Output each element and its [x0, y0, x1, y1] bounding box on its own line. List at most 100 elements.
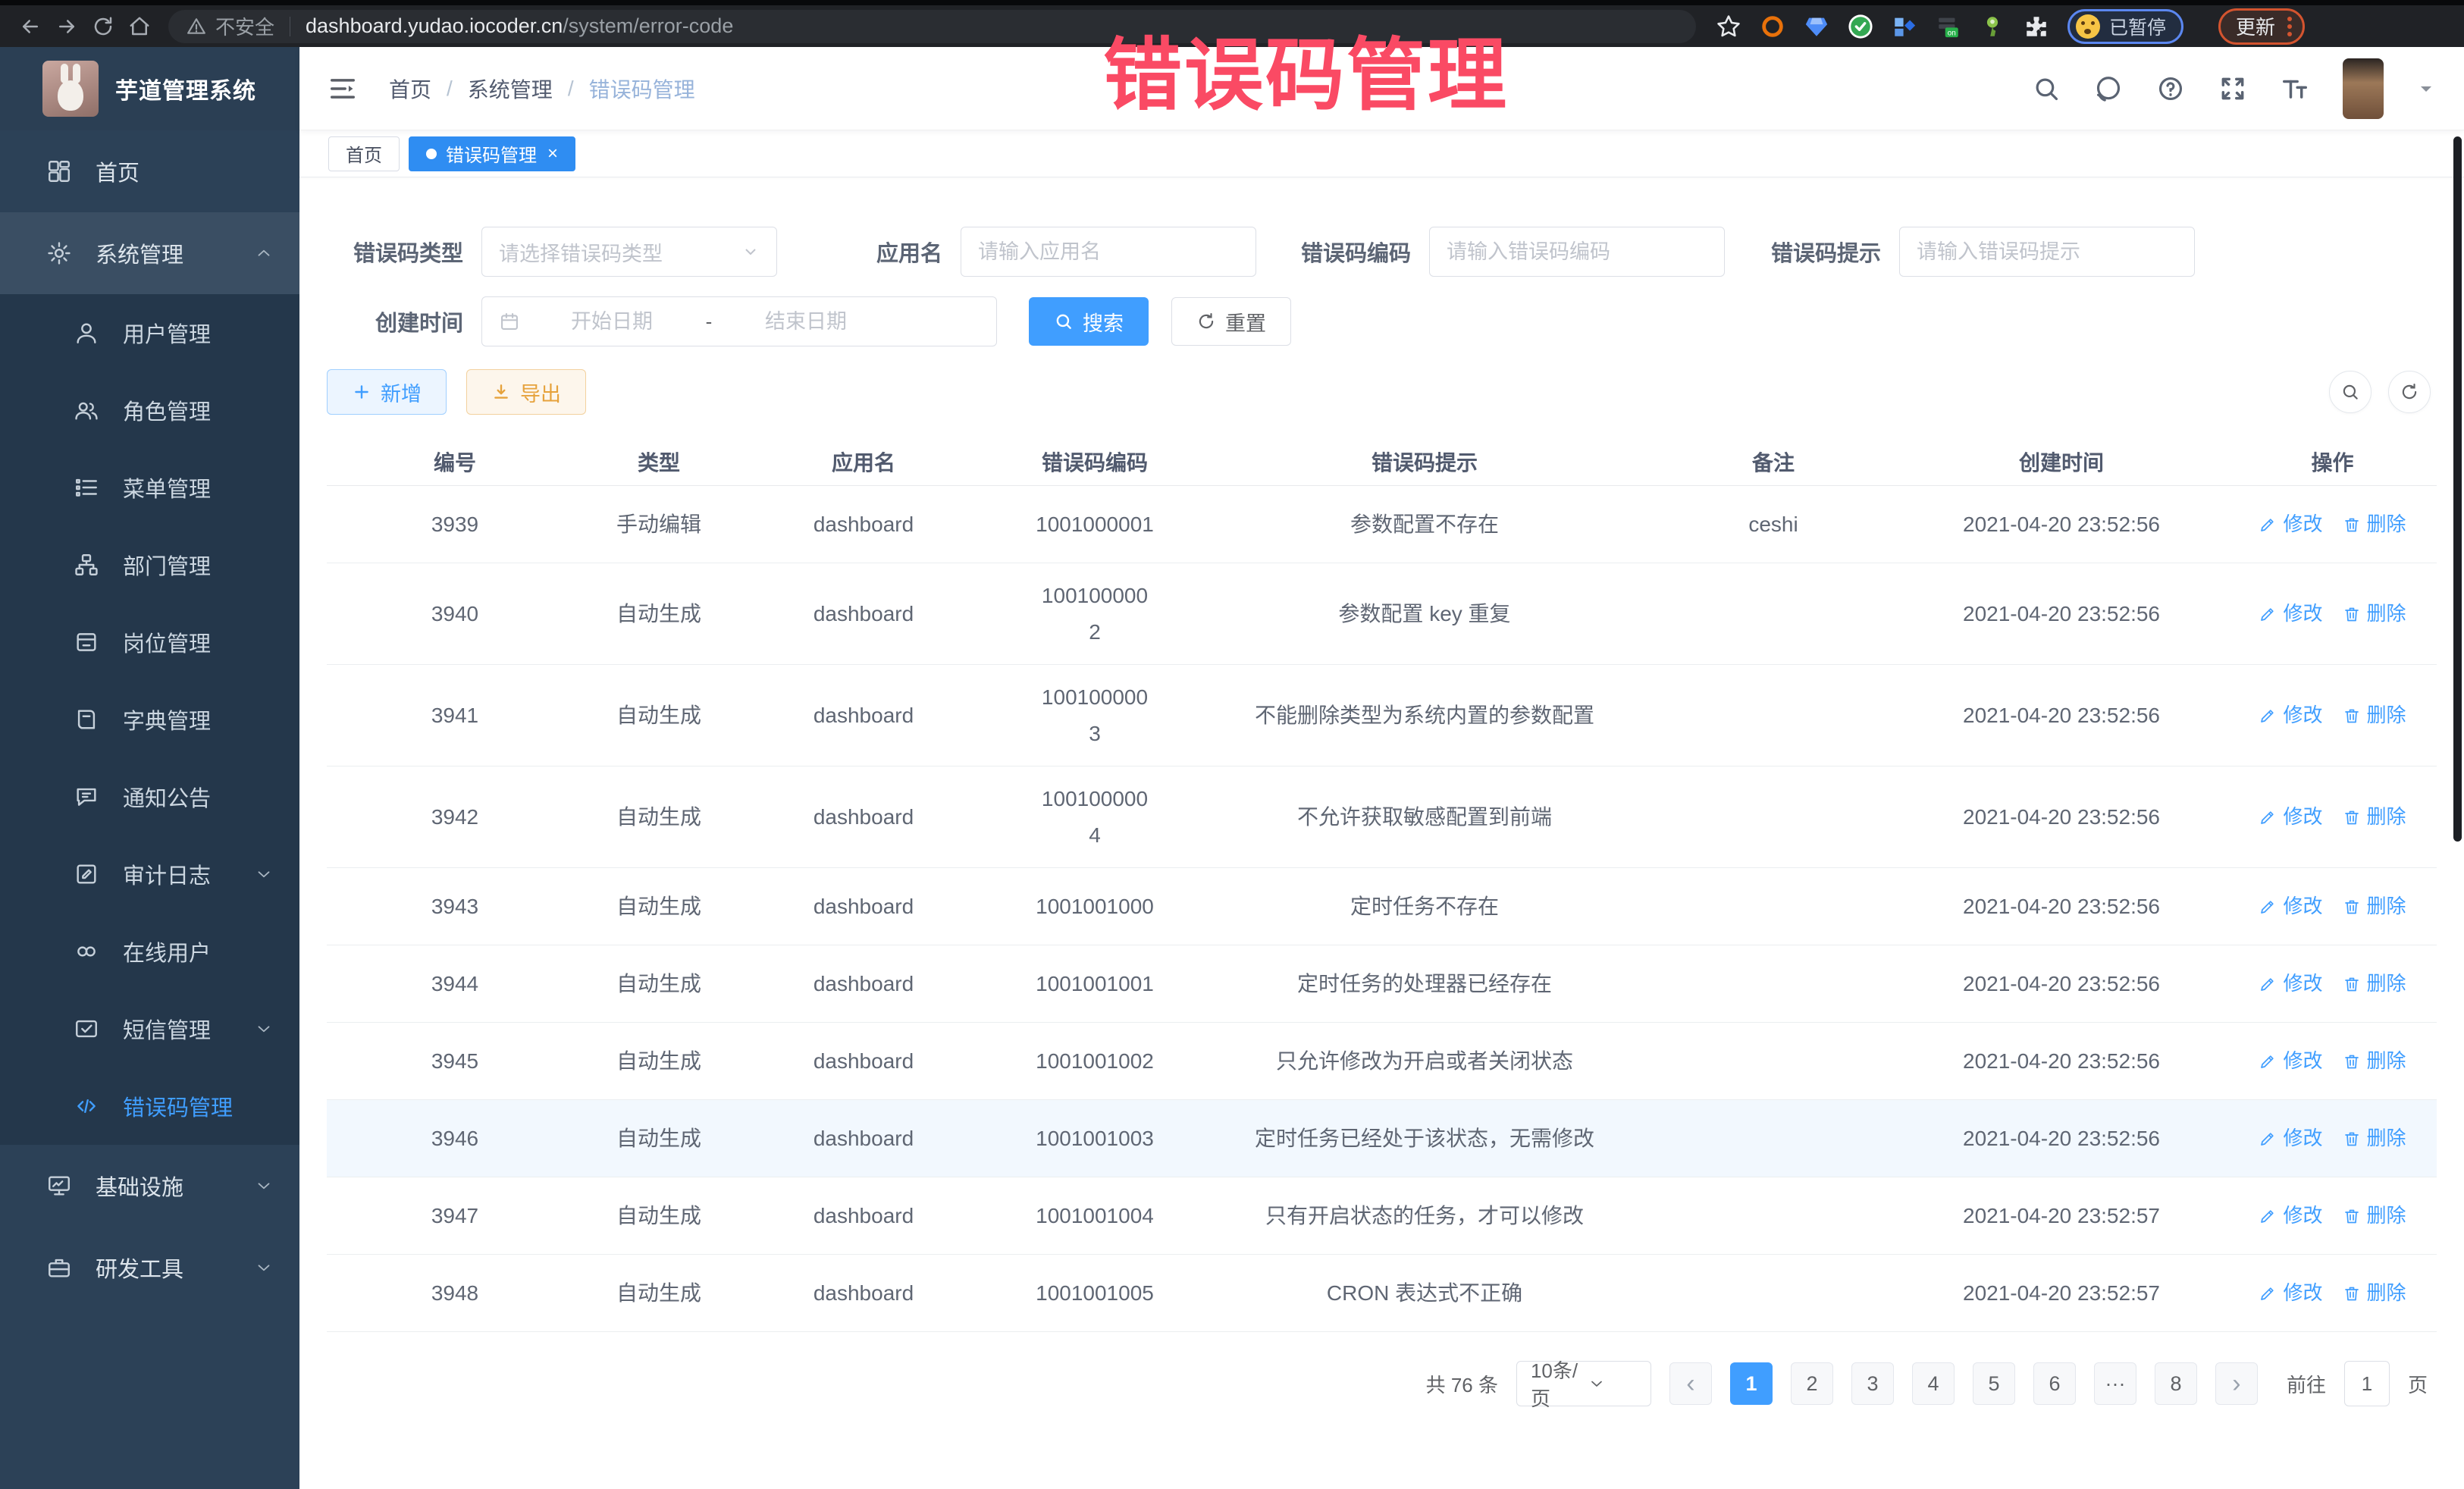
user-avatar[interactable]	[2343, 58, 2384, 119]
extensions-puzzle-icon[interactable]	[2024, 14, 2049, 39]
browser-update-control[interactable]: 更新	[2218, 8, 2305, 45]
delete-link[interactable]: 删除	[2343, 969, 2406, 998]
edit-link[interactable]: 修改	[2259, 1046, 2322, 1076]
code-input[interactable]	[1447, 240, 1707, 264]
sidebar-item-14[interactable]: 研发工具	[0, 1227, 299, 1309]
edit-link[interactable]: 修改	[2259, 969, 2322, 998]
date-range-picker[interactable]: -	[481, 296, 997, 346]
edit-link[interactable]: 修改	[2259, 1278, 2322, 1308]
type-select[interactable]: 请选择错误码类型	[481, 227, 777, 277]
sidebar-item-8[interactable]: 通知公告	[0, 758, 299, 835]
date-start-input[interactable]	[532, 310, 691, 334]
page-button-6[interactable]: 6	[2033, 1362, 2076, 1405]
page-size-select[interactable]: 10条/页	[1516, 1361, 1651, 1406]
delete-link[interactable]: 删除	[2343, 599, 2406, 629]
export-button[interactable]: 导出	[466, 369, 586, 415]
tab-0[interactable]: 首页	[328, 136, 400, 171]
sidebar-item-9[interactable]: 审计日志	[0, 835, 299, 913]
sidebar-item-13[interactable]: 基础设施	[0, 1145, 299, 1227]
extension-green-check-icon[interactable]	[1848, 14, 1873, 39]
delete-link[interactable]: 删除	[2343, 1046, 2406, 1076]
edit-link[interactable]: 修改	[2259, 892, 2322, 921]
page-button-4[interactable]: 4	[1912, 1362, 1955, 1405]
bookmark-star-icon[interactable]	[1716, 14, 1741, 39]
edit-link[interactable]: 修改	[2259, 509, 2322, 539]
fullscreen-icon[interactable]	[2218, 74, 2247, 103]
sidebar-item-12[interactable]: 错误码管理	[0, 1067, 299, 1145]
sidebar-toggle-icon[interactable]	[328, 74, 357, 103]
prev-page-button[interactable]: ‹	[1669, 1362, 1712, 1405]
extension-orange-ring-icon[interactable]	[1760, 14, 1785, 39]
sidebar-item-3[interactable]: 角色管理	[0, 371, 299, 449]
cell-time: 2021-04-20 23:52:56	[1895, 968, 2228, 1000]
profile-paused-badge[interactable]: 已暂停	[2067, 9, 2183, 44]
app-logo[interactable]: 芋道管理系统	[0, 47, 299, 130]
github-icon[interactable]	[2094, 74, 2123, 103]
edit-link[interactable]: 修改	[2259, 1201, 2322, 1230]
hint-input[interactable]	[1917, 240, 2177, 264]
font-size-icon[interactable]	[2281, 74, 2309, 103]
reset-button[interactable]: 重置	[1171, 297, 1291, 346]
page-button-2[interactable]: 2	[1791, 1362, 1833, 1405]
delete-link[interactable]: 删除	[2343, 1124, 2406, 1153]
delete-link[interactable]: 删除	[2343, 701, 2406, 730]
search-button[interactable]: 搜索	[1029, 297, 1149, 346]
add-button[interactable]: 新增	[327, 369, 447, 415]
goto-page-input[interactable]	[2344, 1361, 2390, 1406]
sidebar-item-0[interactable]: 首页	[0, 130, 299, 212]
help-icon[interactable]	[2156, 74, 2185, 103]
delete-link[interactable]: 删除	[2343, 509, 2406, 539]
sidebar-item-4[interactable]: 菜单管理	[0, 449, 299, 526]
sidebar-item-6[interactable]: 岗位管理	[0, 603, 299, 681]
cell-app: dashboard	[735, 1200, 992, 1232]
sidebar-item-5[interactable]: 部门管理	[0, 526, 299, 603]
active-tab-dot	[426, 149, 437, 159]
code-icon	[73, 1092, 100, 1120]
browser-menu-kebab-icon[interactable]	[2287, 17, 2292, 36]
breadcrumb-item-0[interactable]: 首页	[389, 74, 431, 104]
extension-blue-blocks-icon[interactable]	[1892, 14, 1917, 39]
edit-link[interactable]: 修改	[2259, 1124, 2322, 1153]
refresh-table-icon[interactable]	[2388, 371, 2431, 413]
security-chip[interactable]: 不安全	[187, 12, 274, 40]
delete-link[interactable]: 删除	[2343, 892, 2406, 921]
delete-link[interactable]: 删除	[2343, 1278, 2406, 1308]
browser-back-icon[interactable]	[12, 10, 49, 43]
sidebar-item-2[interactable]: 用户管理	[0, 294, 299, 371]
edit-link[interactable]: 修改	[2259, 599, 2322, 629]
page-scrollbar[interactable]	[2453, 136, 2462, 842]
extension-green-key-icon[interactable]	[1980, 14, 2005, 39]
app-title: 芋道管理系统	[115, 72, 256, 105]
browser-home-icon[interactable]	[121, 10, 158, 43]
page-button-···[interactable]: ···	[2094, 1362, 2136, 1405]
extension-dark-on-badge-icon[interactable]: on	[1936, 14, 1961, 39]
cell-hint: 定时任务不存在	[1197, 891, 1652, 923]
cell-hint: 定时任务的处理器已经存在	[1197, 968, 1652, 1000]
sidebar-item-7[interactable]: 字典管理	[0, 681, 299, 758]
date-end-input[interactable]	[726, 310, 886, 334]
delete-link[interactable]: 删除	[2343, 1201, 2406, 1230]
delete-link[interactable]: 删除	[2343, 802, 2406, 832]
page-button-1[interactable]: 1	[1730, 1362, 1773, 1405]
toggle-search-icon[interactable]	[2329, 371, 2372, 413]
sidebar-item-10[interactable]: 在线用户	[0, 913, 299, 990]
page-button-5[interactable]: 5	[1973, 1362, 2015, 1405]
sidebar-item-1[interactable]: 系统管理	[0, 212, 299, 294]
header-search-icon[interactable]	[2032, 74, 2061, 103]
edit-link[interactable]: 修改	[2259, 701, 2322, 730]
browser-forward-icon[interactable]	[49, 10, 85, 43]
page-button-3[interactable]: 3	[1851, 1362, 1894, 1405]
sidebar-item-11[interactable]: 短信管理	[0, 990, 299, 1067]
next-page-button[interactable]: ›	[2215, 1362, 2258, 1405]
edit-link[interactable]: 修改	[2259, 802, 2322, 832]
avatar-caret-icon[interactable]	[2417, 80, 2435, 98]
update-button[interactable]: 更新	[2236, 12, 2275, 40]
table-header-row: 编号类型应用名错误码编码错误码提示备注创建时间操作	[327, 437, 2437, 486]
tab-1[interactable]: 错误码管理×	[409, 136, 575, 171]
app-name-input[interactable]	[978, 240, 1239, 264]
browser-reload-icon[interactable]	[85, 10, 121, 43]
extension-blue-gem-icon[interactable]	[1804, 14, 1829, 39]
breadcrumb-item-1[interactable]: 系统管理	[468, 74, 553, 104]
close-tab-icon[interactable]: ×	[547, 145, 558, 163]
page-button-8[interactable]: 8	[2155, 1362, 2197, 1405]
